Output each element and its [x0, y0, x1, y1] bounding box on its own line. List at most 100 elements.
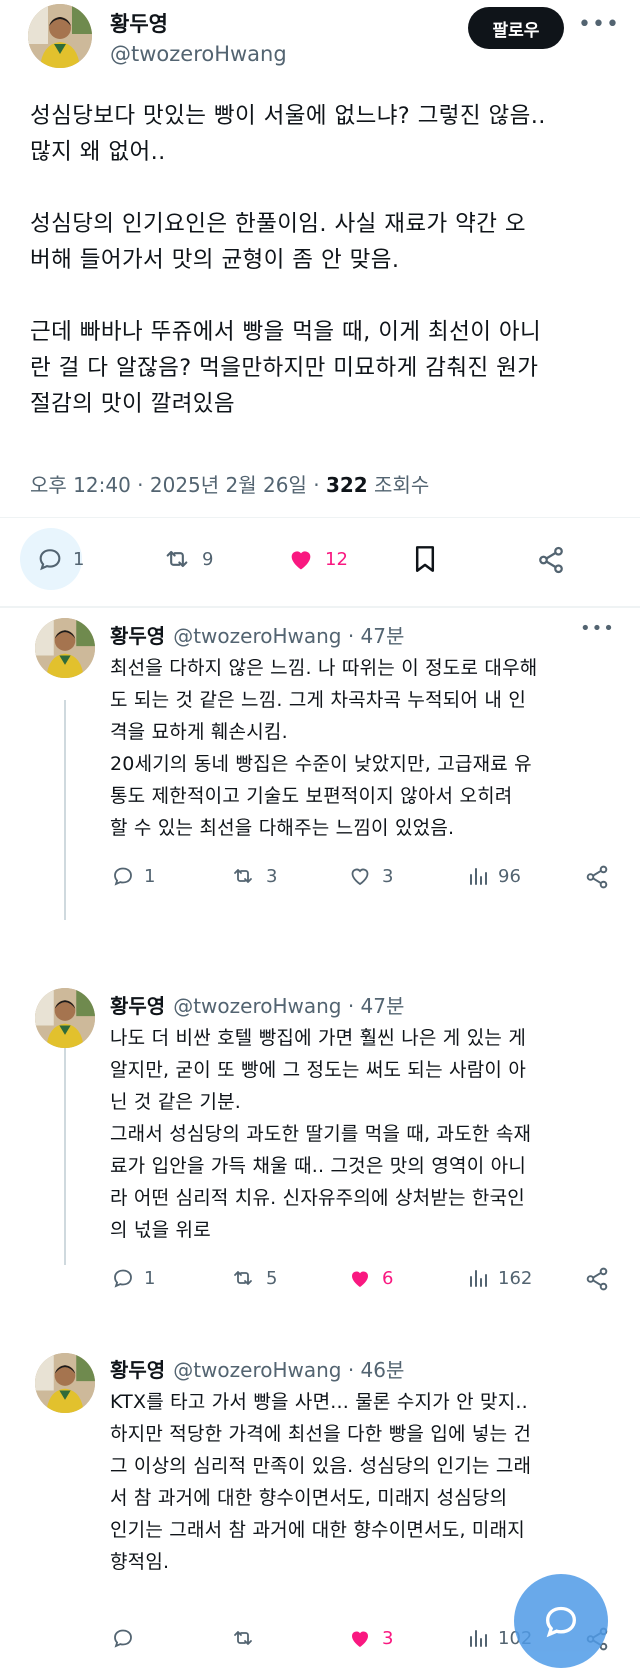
tweet-text: 성심당보다 맛있는 빵이 서울에 없느냐? 그렇진 않음.. 많지 왜 없어..… — [30, 98, 620, 458]
retweet-count: 5 — [266, 1267, 278, 1289]
share-icon — [586, 865, 608, 889]
reply-line: 통도 제한적이고 기술도 보편적이지 않아서 오히려 — [110, 785, 513, 807]
heart-icon — [352, 1271, 368, 1287]
like-button[interactable]: 12 — [285, 545, 348, 573]
reply-count: 1 — [144, 865, 156, 887]
reply-text: 최선을 다하지 않은 느낌. 나 따위는 이 정도로 대우해 도 되는 것 같은… — [110, 652, 620, 844]
reply-line: 그 이상의 심리적 만족이 있음. 성심당의 인기는 그래 — [110, 1455, 532, 1477]
share-button[interactable] — [584, 864, 610, 890]
reply-line: 료가 입안을 가득 채울 때.. 그것은 맛의 영역이 아니 — [110, 1155, 526, 1177]
analytics-icon — [470, 1270, 487, 1287]
tweet-line: 성심당보다 맛있는 빵이 서울에 없느냐? 그렇진 않음.. — [30, 103, 546, 129]
like-count: 6 — [382, 1267, 394, 1289]
more-icon[interactable]: ••• — [578, 12, 620, 37]
avatar-photo-icon — [35, 988, 95, 1048]
reply-icon — [39, 549, 61, 571]
follow-button[interactable]: 팔로우 — [468, 7, 564, 49]
reply-line: 향적임. — [110, 1551, 170, 1573]
avatar[interactable] — [35, 988, 95, 1048]
reply-author[interactable]: 황두영 @twozeroHwang · 47분 — [110, 990, 404, 1019]
tweet-paragraph: 성심당의 인기요인은 한풀이임. 사실 재료가 약간 오 버해 들어가서 맛의 … — [30, 206, 620, 278]
share-button[interactable] — [584, 1266, 610, 1292]
reply-button[interactable]: 1 — [110, 1266, 155, 1290]
reply-line: 최선을 다하지 않은 느낌. 나 따위는 이 정도로 대우해 — [110, 657, 538, 679]
reply-line: 도 되는 것 같은 느낌. 그게 차곡차곡 누적되어 내 인 — [110, 689, 526, 711]
author-name[interactable]: 황두영 — [110, 1358, 165, 1382]
main-tweet-header: 황두영 @twozeroHwang 팔로우 ••• — [0, 0, 640, 90]
retweet-button[interactable] — [228, 1626, 258, 1650]
views-button[interactable]: 162 — [466, 1266, 532, 1290]
avatar[interactable] — [35, 618, 95, 678]
reply-line: 하지만 적당한 가격에 최선을 다한 빵을 입에 넣는 건 — [110, 1423, 532, 1445]
retweet-icon — [234, 1631, 252, 1645]
reply-line: 의 넋을 위로 — [110, 1219, 211, 1241]
views-count: 162 — [498, 1267, 533, 1289]
reply-count: 1 — [73, 548, 85, 570]
retweet-count: 9 — [202, 548, 214, 570]
chat-bubble-icon — [545, 1606, 577, 1638]
reply-author[interactable]: 황두영 @twozeroHwang · 46분 — [110, 1354, 404, 1383]
retweet-button[interactable]: 5 — [228, 1266, 277, 1290]
author-name[interactable]: 황두영 — [110, 8, 168, 38]
views-button[interactable]: 96 — [466, 864, 521, 888]
author-name[interactable]: 황두영 — [110, 624, 165, 648]
heart-icon — [352, 1631, 368, 1647]
reply-button[interactable] — [110, 1626, 136, 1650]
author-handle[interactable]: @twozeroHwang · 47분 — [173, 994, 404, 1018]
retweet-button[interactable]: 3 — [228, 864, 277, 888]
tweet-line: 근데 빠바나 뚜쥬에서 빵을 먹을 때, 이게 최선이 아니 — [30, 319, 542, 345]
reply-line: 그래서 성심당의 과도한 딸기를 먹을 때, 과도한 속재 — [110, 1123, 532, 1145]
reply-line: 서 참 과거에 대한 향수이면서도, 미래지 성심당의 — [110, 1487, 508, 1509]
reply-text: 나도 더 비싼 호텔 빵집에 가면 훨씬 나은 게 있는 게 알지만, 굳이 또… — [110, 1022, 620, 1246]
reply-line: 나도 더 비싼 호텔 빵집에 가면 훨씬 나은 게 있는 게 — [110, 1027, 526, 1049]
views-label: 조회수 — [367, 473, 430, 497]
retweet-icon — [234, 869, 252, 883]
avatar[interactable] — [35, 1353, 95, 1413]
share-icon — [586, 1267, 608, 1291]
like-button[interactable]: 3 — [346, 864, 393, 888]
tweet-meta: 오후 12:40 · 2025년 2월 26일 · 322 조회수 — [30, 469, 429, 498]
share-icon — [539, 546, 563, 574]
like-button[interactable]: 6 — [346, 1266, 393, 1290]
author-handle[interactable]: @twozeroHwang · 46분 — [173, 1358, 404, 1382]
reply-icon — [114, 867, 132, 886]
reply-button[interactable]: 1 — [35, 545, 84, 573]
author-name[interactable]: 황두영 — [110, 994, 165, 1018]
author-handle[interactable]: @twozeroHwang · 47분 — [173, 624, 404, 648]
reply-line: 라 어떤 심리적 치유. 신자유주의에 상처받는 한국인 — [110, 1187, 525, 1209]
heart-icon — [291, 551, 311, 570]
like-count: 3 — [382, 1627, 394, 1649]
reply-line: 20세기의 동네 빵집은 수준이 낮았지만, 고급재료 유 — [110, 753, 532, 775]
avatar-photo-icon — [35, 618, 95, 678]
retweet-count: 3 — [266, 865, 278, 887]
reply-line: 격을 묘하게 훼손시킴. — [110, 721, 288, 743]
tweet-paragraph: 근데 빠바나 뚜쥬에서 빵을 먹을 때, 이게 최선이 아니 란 걸 다 알잖음… — [30, 314, 620, 422]
reply-count: 1 — [144, 1267, 156, 1289]
reply-text: KTX를 타고 가서 빵을 사면... 물론 수지가 안 맞지.. 하지만 적당… — [110, 1386, 620, 1578]
avatar-photo-icon — [35, 1353, 95, 1413]
thread-line — [64, 1010, 66, 1265]
floating-message-button[interactable] — [514, 1574, 608, 1668]
like-count: 3 — [382, 865, 394, 887]
heart-outline-icon — [351, 868, 369, 886]
tweet-line: 버해 들어가서 맛의 균형이 좀 안 맞음. — [30, 247, 400, 273]
like-count: 12 — [325, 548, 348, 570]
tweet-line: 란 걸 다 알잖음? 먹을만하지만 미묘하게 감춰진 원가 — [30, 355, 539, 381]
share-button[interactable] — [536, 545, 566, 575]
bookmark-icon — [415, 546, 435, 572]
like-button[interactable]: 3 — [346, 1626, 393, 1650]
more-icon[interactable]: ••• — [580, 618, 615, 639]
reply-line: 할 수 있는 최선을 다해주는 느낌이 있었음. — [110, 817, 455, 839]
reply-button[interactable]: 1 — [110, 864, 155, 888]
reply-line: 알지만, 굳이 또 빵에 그 정도는 써도 되는 사람이 아 — [110, 1059, 526, 1081]
author-handle[interactable]: @twozeroHwang — [110, 42, 287, 66]
reply-author[interactable]: 황두영 @twozeroHwang · 47분 — [110, 620, 404, 649]
reply-icon — [114, 1629, 132, 1648]
bookmark-button[interactable] — [412, 543, 438, 575]
tweet-paragraph: 성심당보다 맛있는 빵이 서울에 없느냐? 그렇진 않음.. 많지 왜 없어.. — [30, 98, 620, 170]
divider — [0, 606, 640, 608]
retweet-button[interactable]: 9 — [160, 545, 213, 573]
avatar[interactable] — [28, 4, 92, 68]
analytics-icon — [470, 868, 487, 885]
tweet-timestamp[interactable]: 오후 12:40 · 2025년 2월 26일 · — [30, 473, 326, 497]
